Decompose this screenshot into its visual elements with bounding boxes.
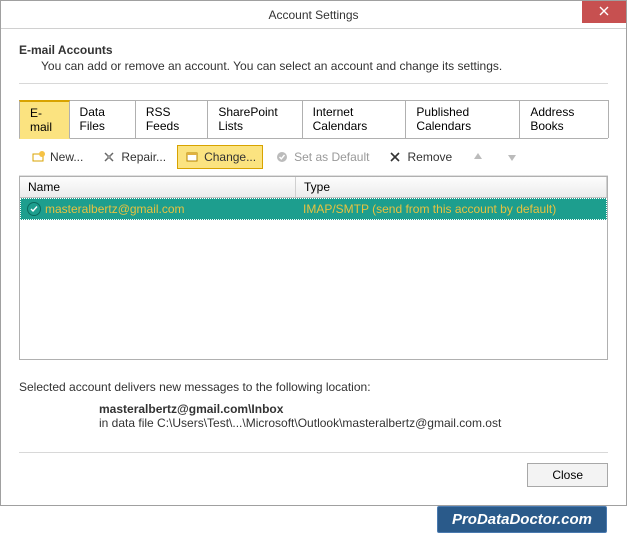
header-title: E-mail Accounts	[19, 43, 608, 57]
change-icon	[184, 149, 200, 165]
accounts-table: Name Type masteralbertz@gmail.com IMAP/S…	[19, 176, 608, 360]
delivery-location-path: in data file C:\Users\Test\...\Microsoft…	[99, 416, 608, 430]
titlebar: Account Settings	[1, 1, 626, 29]
tab-sharepoint-lists[interactable]: SharePoint Lists	[207, 100, 302, 138]
set-default-label: Set as Default	[294, 150, 369, 164]
tab-internet-calendars[interactable]: Internet Calendars	[302, 100, 407, 138]
new-icon	[30, 149, 46, 165]
account-settings-window: Account Settings E-mail Accounts You can…	[0, 0, 627, 506]
header-section: E-mail Accounts You can add or remove an…	[19, 43, 608, 84]
tab-email[interactable]: E-mail	[19, 100, 70, 139]
set-default-button: Set as Default	[267, 145, 376, 169]
repair-button[interactable]: Repair...	[94, 145, 173, 169]
tab-published-calendars[interactable]: Published Calendars	[405, 100, 520, 138]
tab-data-files[interactable]: Data Files	[69, 100, 136, 138]
button-row: Close	[19, 452, 608, 487]
account-name: masteralbertz@gmail.com	[45, 202, 185, 216]
window-title: Account Settings	[1, 8, 626, 22]
arrow-down-icon	[504, 149, 520, 165]
tab-bar: E-mail Data Files RSS Feeds SharePoint L…	[19, 100, 608, 139]
window-content: E-mail Accounts You can add or remove an…	[1, 29, 626, 505]
default-check-icon	[27, 202, 41, 216]
tab-rss-feeds[interactable]: RSS Feeds	[135, 100, 208, 138]
table-row[interactable]: masteralbertz@gmail.com IMAP/SMTP (send …	[20, 198, 607, 220]
remove-button[interactable]: Remove	[380, 145, 459, 169]
repair-icon	[101, 149, 117, 165]
delivery-location: masteralbertz@gmail.com\Inbox in data fi…	[99, 402, 608, 430]
delivery-intro: Selected account delivers new messages t…	[19, 380, 608, 394]
move-down-button	[497, 145, 527, 169]
toolbar: New... Repair... Change... Set as Defaul…	[19, 139, 608, 176]
arrow-up-icon	[470, 149, 486, 165]
column-type[interactable]: Type	[296, 177, 607, 197]
header-description: You can add or remove an account. You ca…	[41, 59, 608, 73]
cell-name: masteralbertz@gmail.com	[21, 201, 297, 217]
cell-type: IMAP/SMTP (send from this account by def…	[297, 201, 606, 217]
close-icon	[599, 5, 609, 19]
new-button[interactable]: New...	[23, 145, 90, 169]
new-label: New...	[50, 150, 83, 164]
check-circle-icon	[274, 149, 290, 165]
divider	[19, 83, 608, 84]
change-label: Change...	[204, 150, 256, 164]
table-header: Name Type	[20, 177, 607, 198]
window-close-button[interactable]	[582, 1, 626, 23]
delivery-section: Selected account delivers new messages t…	[19, 380, 608, 430]
watermark: ProDataDoctor.com	[437, 506, 607, 533]
remove-label: Remove	[407, 150, 452, 164]
column-name[interactable]: Name	[20, 177, 296, 197]
change-button[interactable]: Change...	[177, 145, 263, 169]
repair-label: Repair...	[121, 150, 166, 164]
close-button[interactable]: Close	[527, 463, 608, 487]
move-up-button	[463, 145, 493, 169]
tab-address-books[interactable]: Address Books	[519, 100, 609, 138]
remove-icon	[387, 149, 403, 165]
delivery-location-bold: masteralbertz@gmail.com\Inbox	[99, 402, 608, 416]
